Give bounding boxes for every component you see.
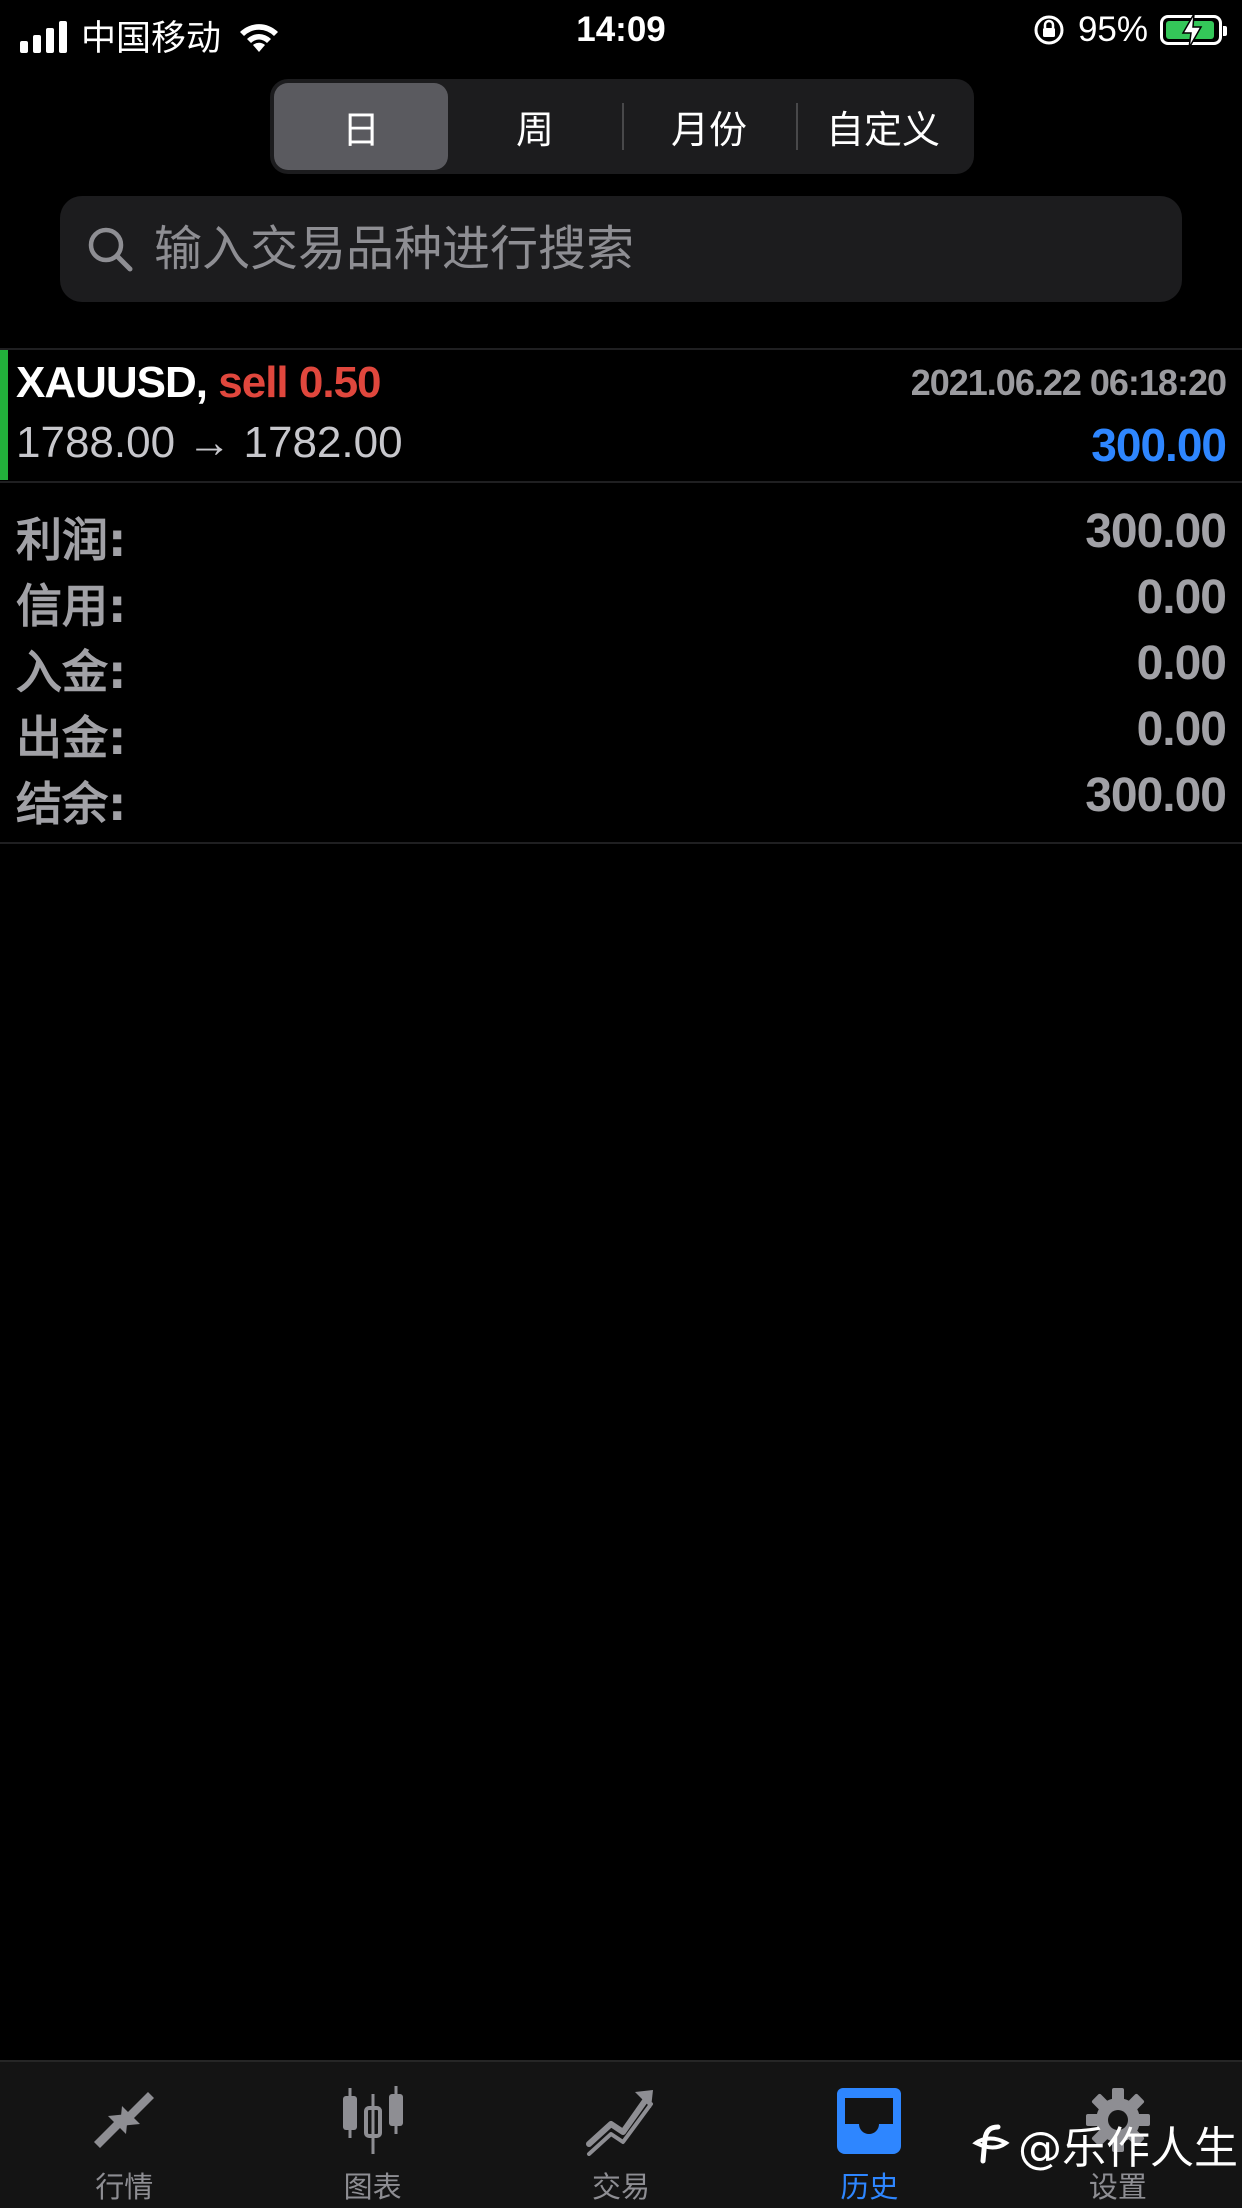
summary-label: 入金: bbox=[16, 645, 127, 699]
tab-month[interactable]: 月份 bbox=[622, 83, 796, 170]
battery-charging-icon bbox=[1160, 14, 1227, 48]
tab-quotes[interactable]: 行情 bbox=[0, 2062, 248, 2208]
tab-chart[interactable]: 图表 bbox=[248, 2062, 496, 2208]
divider bbox=[0, 842, 1242, 844]
trade-symbol: XAUUSD, bbox=[16, 358, 208, 407]
account-summary: 利润: 300.00 信用: 0.00 入金: 0.00 出金: 0.00 结余… bbox=[0, 500, 1242, 831]
summary-row-credit: 信用: 0.00 bbox=[0, 566, 1242, 633]
status-bar: 中国移动 14:09 95% bbox=[0, 0, 1242, 64]
tab-trade[interactable]: 交易 bbox=[497, 2062, 745, 2208]
tab-history[interactable]: 历史 bbox=[745, 2062, 993, 2208]
orientation-lock-icon bbox=[1034, 15, 1064, 45]
summary-label: 结余: bbox=[16, 777, 127, 831]
tab-week[interactable]: 周 bbox=[448, 83, 622, 170]
trade-indicator-bar bbox=[0, 350, 8, 480]
trade-prices: 1788.00 → 1782.00 bbox=[16, 418, 403, 467]
candlestick-chart-icon bbox=[342, 2086, 403, 2154]
brand-logo-icon bbox=[972, 2124, 1010, 2164]
summary-row-deposit: 入金: 0.00 bbox=[0, 632, 1242, 699]
watermark-text: @乐作人生 bbox=[1018, 2123, 1238, 2174]
divider bbox=[0, 481, 1242, 483]
summary-value: 0.00 bbox=[1136, 703, 1227, 756]
summary-row-balance: 结余: 300.00 bbox=[0, 764, 1242, 831]
trade-side-volume: sell 0.50 bbox=[218, 358, 381, 407]
tab-custom[interactable]: 自定义 bbox=[796, 83, 970, 170]
summary-label: 出金: bbox=[16, 711, 127, 765]
summary-value: 300.00 bbox=[1085, 505, 1227, 558]
tab-day[interactable]: 日 bbox=[274, 83, 448, 170]
summary-label: 信用: bbox=[16, 579, 127, 633]
period-segmented-control: 日 周 月份 自定义 bbox=[270, 79, 974, 174]
search-input[interactable] bbox=[152, 220, 1136, 278]
search-icon bbox=[88, 227, 133, 272]
history-inbox-icon bbox=[837, 2088, 902, 2154]
summary-row-profit: 利润: 300.00 bbox=[0, 500, 1242, 567]
trade-trend-icon bbox=[586, 2090, 654, 2156]
tab-label: 图表 bbox=[343, 2170, 402, 2204]
trade-history-row[interactable]: XAUUSD, sell 0.50 2021.06.22 06:18:20 17… bbox=[0, 350, 1242, 480]
summary-value: 0.00 bbox=[1136, 571, 1227, 624]
trade-title: XAUUSD, sell 0.50 bbox=[16, 358, 382, 408]
history-screen: 中国移动 14:09 95% 日 周 月份 自定义 输入交易品种进行搜索 XAU… bbox=[0, 0, 1242, 2208]
quotes-arrows-icon bbox=[94, 2092, 155, 2148]
summary-label: 利润: bbox=[16, 513, 127, 567]
tab-label: 交易 bbox=[592, 2170, 651, 2204]
tab-label: 行情 bbox=[95, 2170, 154, 2204]
trade-time: 2021.06.22 06:18:20 bbox=[910, 362, 1227, 403]
summary-value: 0.00 bbox=[1136, 637, 1227, 690]
tab-label: 历史 bbox=[840, 2170, 899, 2204]
summary-value: 300.00 bbox=[1085, 769, 1227, 822]
summary-row-withdrawal: 出金: 0.00 bbox=[0, 698, 1242, 765]
battery-percent: 95% bbox=[1077, 10, 1148, 49]
trade-profit: 300.00 bbox=[1091, 419, 1227, 471]
watermark: @乐作人生 bbox=[968, 2112, 1238, 2176]
search-bar[interactable] bbox=[60, 196, 1182, 302]
